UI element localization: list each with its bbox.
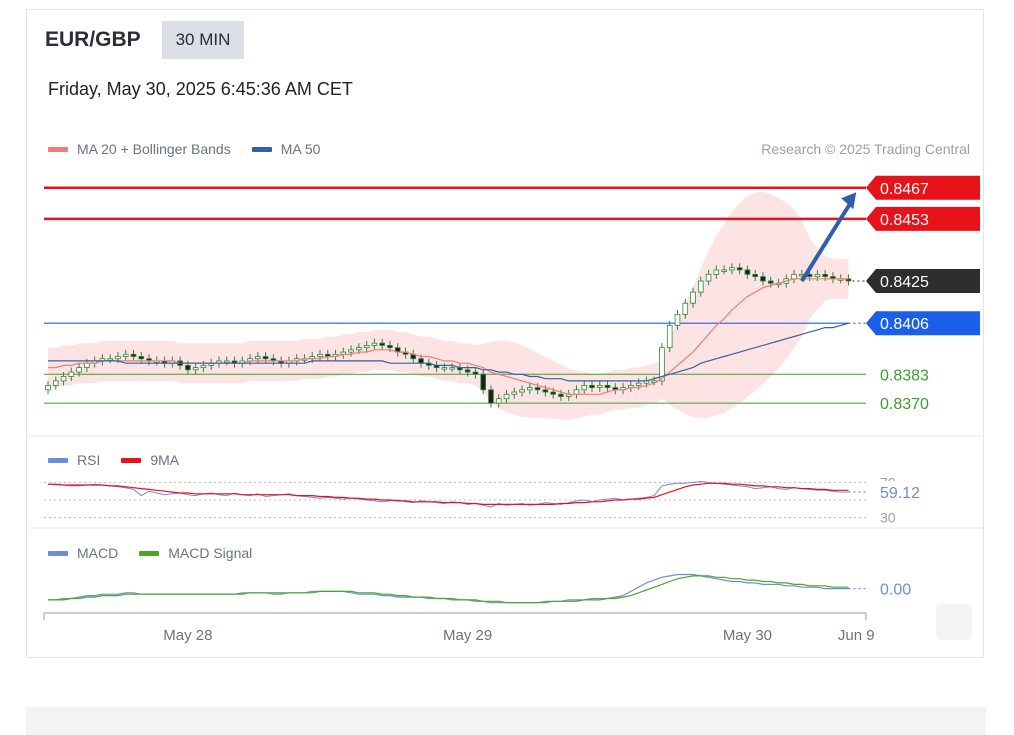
candle-body <box>488 389 494 404</box>
candle-body <box>744 269 751 275</box>
candle-body <box>705 273 712 282</box>
candle-body <box>441 367 448 370</box>
candle-body <box>596 384 603 388</box>
candle-body <box>60 376 67 382</box>
candle-body <box>534 387 541 391</box>
candle-body <box>713 269 720 275</box>
candle-body <box>666 325 673 349</box>
resistance-label: 0.8453 <box>880 212 929 229</box>
candle-body <box>558 393 564 397</box>
candle-body <box>573 389 580 395</box>
candle-body <box>752 273 758 277</box>
candle-body <box>690 291 696 304</box>
candle-body <box>814 273 821 277</box>
candle-body <box>698 280 704 293</box>
candle-body <box>604 384 611 388</box>
candle-body <box>348 349 354 353</box>
candle-body <box>729 267 735 271</box>
candle-body <box>262 356 269 360</box>
candle <box>666 320 673 353</box>
candle-body <box>581 384 588 391</box>
candle-body <box>371 342 378 346</box>
candle-body <box>519 389 525 393</box>
rsi-level-label: 30 <box>880 510 896 526</box>
x-tick-label: May 29 <box>443 627 492 644</box>
candle-body <box>721 269 727 272</box>
price-chart: 0.84670.84530.84250.84060.83830.83707030… <box>27 175 984 644</box>
candle-body <box>107 358 113 361</box>
candle-body <box>122 353 129 357</box>
candle-body <box>379 342 385 346</box>
x-tick-label: May 28 <box>163 627 212 644</box>
candle-body <box>674 313 681 326</box>
pivot-label: 0.8406 <box>880 316 929 333</box>
candle-body <box>317 353 323 357</box>
support-label: 0.8383 <box>880 367 929 384</box>
candle-body <box>223 360 230 363</box>
candle-body <box>84 362 90 369</box>
macd-signal-line <box>48 575 849 604</box>
candle-body <box>480 373 486 391</box>
macd-last-label: 0.00 <box>880 582 911 599</box>
candle-body <box>550 391 556 395</box>
candle-body <box>185 364 191 371</box>
rsi-last-label: 59.12 <box>880 485 920 502</box>
candle-body <box>130 353 137 357</box>
candle-body <box>418 358 424 364</box>
candle-body <box>76 367 82 373</box>
candle-body <box>200 364 207 369</box>
candle-body <box>767 280 774 284</box>
candle-body <box>472 371 479 375</box>
last-label: 0.8425 <box>880 274 929 291</box>
candle-body <box>760 276 766 282</box>
candle-body <box>822 273 828 277</box>
candle-body <box>589 384 595 388</box>
candle-body <box>363 345 370 349</box>
candle-body <box>68 371 75 377</box>
candle-body <box>791 273 797 280</box>
x-tick-label: Jun 9 <box>838 627 875 644</box>
candle-body <box>511 391 518 395</box>
support-label: 0.8370 <box>880 396 929 413</box>
candle-body <box>115 356 121 360</box>
candle-body <box>736 267 743 271</box>
candle-body <box>635 382 642 386</box>
candle-body <box>356 347 362 351</box>
candle-body <box>495 398 502 404</box>
candle-body <box>542 389 549 393</box>
candle-body <box>138 356 145 360</box>
candle-body <box>255 356 261 360</box>
bottom-bar <box>26 707 986 735</box>
candle-body <box>52 380 59 386</box>
candle-body <box>503 393 510 400</box>
resistance-label: 0.8467 <box>880 181 929 198</box>
candle-body <box>45 384 51 391</box>
candle-body <box>682 302 689 315</box>
candle-body <box>449 367 455 370</box>
candle-body <box>464 369 471 373</box>
candle-body <box>387 345 393 349</box>
candle-body <box>192 367 199 371</box>
candle-body <box>527 387 533 391</box>
bollinger-band <box>48 191 849 420</box>
x-tick-label: May 30 <box>723 627 772 644</box>
